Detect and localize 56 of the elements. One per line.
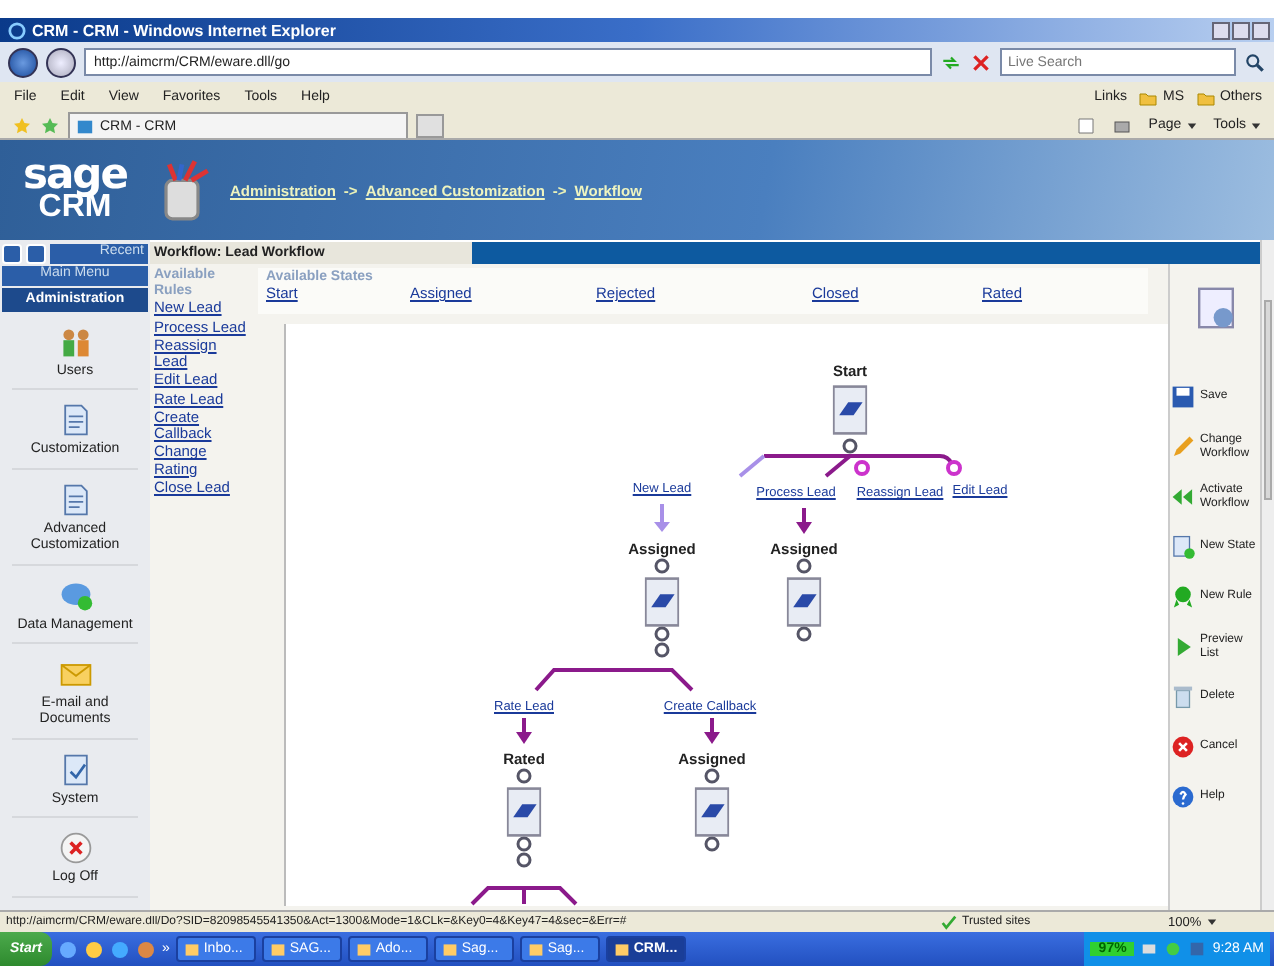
trash-icon (1170, 684, 1196, 710)
port-icon[interactable] (654, 558, 670, 574)
port-icon[interactable] (704, 768, 720, 784)
arrow (654, 504, 670, 532)
folder-icon (1138, 87, 1159, 107)
help-icon (1170, 784, 1196, 810)
port-icon[interactable] (516, 768, 532, 784)
app-icon[interactable] (83, 939, 104, 959)
ribbon-icon (1170, 584, 1196, 610)
window-icon (183, 941, 200, 957)
double-arrow-icon (1170, 484, 1196, 510)
port-icon[interactable] (796, 558, 812, 574)
logo: sage CRM (21, 156, 129, 224)
state-icon[interactable] (832, 384, 868, 436)
caret-icon[interactable] (1250, 119, 1262, 131)
arrow (796, 508, 812, 534)
window-icon (441, 941, 458, 957)
caret-icon[interactable] (1185, 119, 1198, 131)
app-icon[interactable] (57, 939, 78, 959)
window-icon (613, 941, 630, 957)
close-icon (57, 830, 93, 867)
close-button[interactable] (1252, 21, 1270, 39)
cancel-icon (1170, 734, 1196, 760)
star-icon[interactable] (12, 115, 32, 135)
window-icon (355, 941, 372, 957)
back-button[interactable] (8, 47, 38, 77)
folder-icon (1195, 87, 1216, 107)
new-document-icon (1170, 534, 1196, 560)
arrow (704, 718, 720, 744)
port-icon[interactable] (842, 438, 858, 454)
caret-icon[interactable] (1205, 916, 1218, 928)
state-icon[interactable] (506, 786, 542, 838)
port-icon[interactable] (704, 836, 720, 852)
database-icon (57, 577, 93, 614)
stop-icon[interactable] (970, 51, 992, 73)
window-title: CRM - CRM - Windows Internet Explorer (32, 21, 336, 39)
scrollbar-thumb[interactable] (1264, 300, 1272, 500)
state-icon[interactable] (644, 576, 680, 628)
window-icon (269, 941, 286, 957)
page-icon (76, 117, 94, 135)
state-icon[interactable] (694, 786, 730, 838)
window-icon (527, 941, 544, 957)
arrow (516, 718, 532, 744)
star-icon[interactable] (40, 115, 60, 135)
pencil-icon (1170, 434, 1196, 460)
state-icon[interactable] (786, 576, 822, 628)
checkmark-icon (940, 913, 958, 931)
search-icon[interactable] (1244, 51, 1266, 73)
forward-button[interactable] (46, 47, 76, 77)
browser-icon (8, 21, 26, 39)
branch-connector (470, 886, 578, 906)
app-icon[interactable] (109, 939, 130, 959)
minimize-button[interactable] (1212, 21, 1230, 39)
maximize-button[interactable] (1232, 21, 1250, 39)
port-icon[interactable] (796, 626, 812, 642)
people-icon (57, 324, 93, 360)
